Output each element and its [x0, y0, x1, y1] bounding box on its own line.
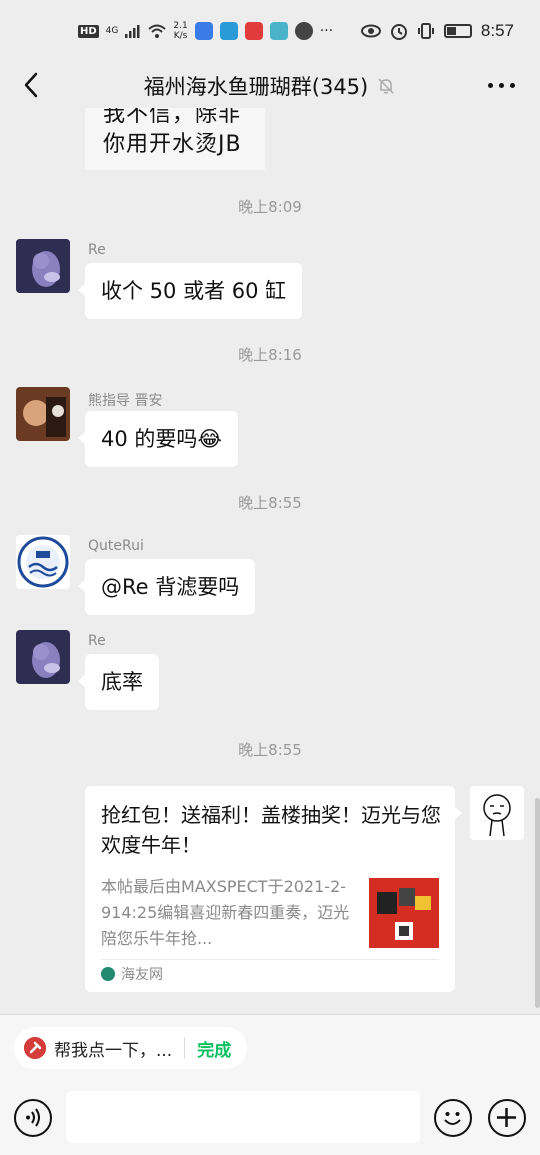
net-speed: 2.1 K/s [173, 21, 187, 41]
message-text: 40 的要吗 [101, 427, 198, 451]
card-title: 抢红包！送福利！盖楼抽奖！迈光与您欢度牛年！ [101, 803, 441, 857]
chat-title: 福州海水鱼珊瑚群(345) [143, 75, 369, 99]
input-panel: 帮我点一下，... 完成 [0, 1014, 540, 1155]
card-description: 本帖最后由MAXSPECT于2021-2-914:25编辑喜迎新春四重奏，迈光陪… [101, 877, 350, 948]
message-bubble[interactable]: 40 的要吗😂 [78, 411, 238, 467]
image-message-text: 我不信，除非 你用开水烫JB [103, 108, 242, 157]
message-bubble[interactable]: 底率 [78, 654, 159, 710]
timestamp: 晚上8:16 [238, 346, 302, 364]
timestamp: 晚上8:55 [238, 494, 302, 512]
vibrate-icon [417, 23, 434, 39]
net-speed-unit: K/s [173, 31, 188, 41]
battery-icon [443, 24, 472, 38]
laughing-emoji-icon: 😂 [197, 427, 222, 451]
emoji-button[interactable] [434, 1099, 472, 1137]
chat-area[interactable]: 我不信，除非 你用开水烫JB 晚上8:09 Re 收个 50 或者 60 缸 晚… [0, 108, 540, 1014]
card-source-label: 海友网 [121, 967, 163, 983]
avatar[interactable] [16, 239, 70, 293]
sender-name: Re [88, 633, 106, 649]
card-divider [101, 959, 439, 960]
muted-bell-icon [378, 78, 394, 94]
link-card-message[interactable]: 抢红包！送福利！盖楼抽奖！迈光与您欢度牛年！ 本帖最后由MAXSPECT于202… [85, 786, 462, 992]
chat-header: 福州海水鱼珊瑚群(345) [0, 62, 540, 108]
sender-name: Re [88, 242, 106, 258]
image-message[interactable]: 我不信，除非 你用开水烫JB [85, 108, 265, 170]
card-thumbnail [369, 878, 439, 948]
hammer-icon [24, 1037, 46, 1059]
plus-button[interactable] [488, 1099, 526, 1137]
message-input[interactable] [66, 1091, 420, 1143]
more-notifications-icon: ··· [319, 23, 334, 39]
message-bubble[interactable]: @Re 背滤要吗 [77, 559, 256, 615]
signal-icon [125, 25, 140, 38]
status-bar: HD 4G 2.1 K/s ··· 8:57 [0, 0, 540, 62]
app-notification-icon [194, 22, 213, 40]
chat-title-wrap: 福州海水鱼珊瑚群(345) [0, 71, 540, 101]
avatar[interactable] [16, 630, 70, 684]
voice-input-button[interactable] [14, 1099, 52, 1137]
message-bubble[interactable]: 收个 50 或者 60 缸 [77, 263, 303, 319]
card-source: 海友网 [101, 964, 163, 984]
scrollbar[interactable] [535, 798, 540, 1008]
chip-separator [184, 1037, 186, 1059]
eye-icon [360, 24, 381, 38]
done-button[interactable]: 完成 [197, 1036, 231, 1061]
my-avatar[interactable] [470, 786, 524, 840]
wifi-icon [148, 24, 167, 38]
chat-notification-icon [294, 22, 313, 40]
source-logo-icon [101, 967, 115, 981]
alarm-icon [390, 24, 407, 40]
avatar[interactable] [16, 535, 70, 589]
app-notification-icon [269, 22, 288, 40]
net-speed-value: 2.1 [173, 21, 188, 31]
sender-name: 熊指导 晋安 [88, 393, 163, 409]
timestamp: 晚上8:55 [238, 741, 302, 759]
app-notification-icon [219, 22, 238, 40]
app-notification-icon [244, 22, 263, 40]
status-time: 8:57 [480, 21, 514, 40]
avatar[interactable] [16, 387, 70, 441]
quick-reply-text: 帮我点一下，... [54, 1040, 173, 1061]
quick-reply-chip[interactable]: 帮我点一下，... 完成 [14, 1027, 248, 1069]
hd-badge: HD [78, 24, 99, 38]
sender-name: QuteRui [88, 538, 144, 554]
more-options-icon[interactable] [488, 74, 518, 96]
network-label: 4G [105, 26, 119, 36]
timestamp: 晚上8:09 [238, 198, 302, 216]
